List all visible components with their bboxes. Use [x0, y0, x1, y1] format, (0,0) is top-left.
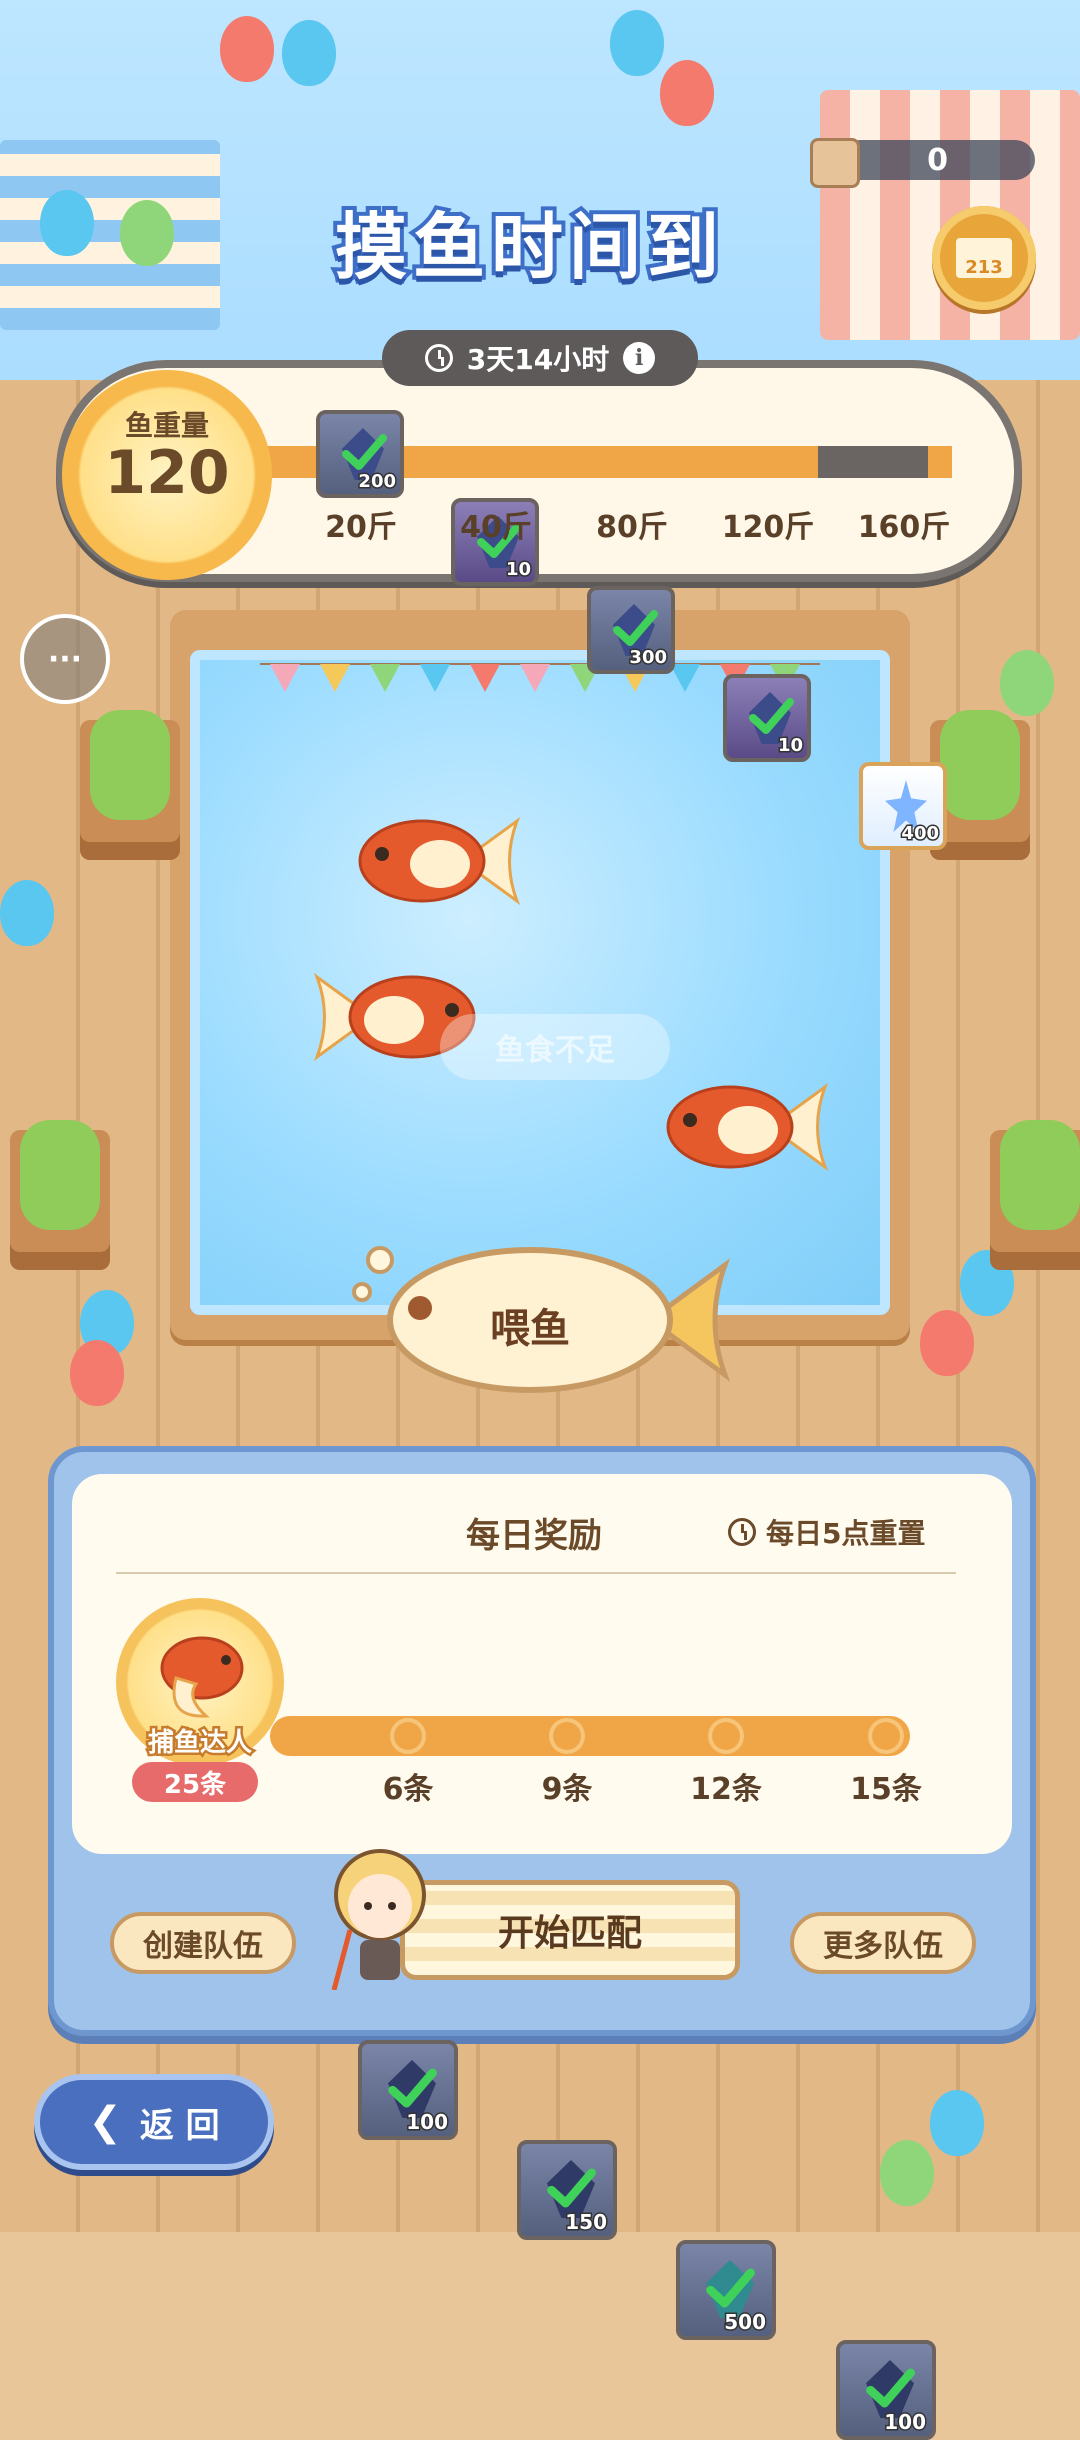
- planter-box: [990, 1120, 1080, 1270]
- awning-right: [820, 90, 1080, 340]
- balloon-icon: [880, 2140, 934, 2206]
- daily-reward-threshold: 15条: [850, 1772, 922, 1807]
- progress-node: [394, 1722, 422, 1750]
- podium-icon: 213: [956, 238, 1012, 278]
- milestone-reward-item[interactable]: 400: [859, 762, 947, 850]
- progress-node: [712, 1722, 740, 1750]
- milestone-weight-label: 40斤: [460, 510, 532, 545]
- weight-progress-remaining: [818, 446, 928, 478]
- milestone-reward-item[interactable]: 300: [587, 586, 675, 674]
- reward-quantity: 100: [883, 2409, 928, 2436]
- planter-box: [80, 710, 180, 860]
- checkmark-icon: [864, 2362, 916, 2414]
- info-icon[interactable]: i: [623, 342, 656, 374]
- back-button[interactable]: ❮ 返 回: [34, 2074, 274, 2170]
- awning-left: [0, 140, 220, 330]
- balloon-icon: [220, 16, 274, 82]
- chat-button[interactable]: ···: [20, 614, 110, 704]
- feed-fish-label: 喂鱼: [490, 1306, 570, 1352]
- milestone-weight-label: 160斤: [857, 510, 951, 545]
- back-label: 返 回: [139, 2105, 220, 2146]
- milestone-weight-label: 120斤: [721, 510, 815, 545]
- milestone-weight-label: 80斤: [596, 510, 668, 545]
- clock-icon: [424, 344, 453, 372]
- daily-reset-info: 每日5点重置: [728, 1512, 1028, 1552]
- checkmark-icon: [747, 692, 795, 740]
- balloon-icon: [40, 190, 94, 256]
- chevron-left-icon: ❮: [88, 2099, 122, 2145]
- divider: [116, 1572, 956, 1574]
- reward-quantity: 300: [628, 646, 669, 670]
- timer-text: 3天14小时: [466, 343, 610, 376]
- currency-counter: 0: [840, 140, 1035, 180]
- checkmark-icon: [545, 2162, 597, 2214]
- daily-reset-text: 每日5点重置: [766, 1517, 926, 1550]
- balloon-icon: [930, 2090, 984, 2156]
- create-team-button[interactable]: 创建队伍: [110, 1912, 296, 1974]
- daily-reward-item[interactable]: 150: [517, 2140, 617, 2240]
- daily-reward-item[interactable]: 100: [836, 2340, 936, 2440]
- balloon-icon: [0, 880, 54, 946]
- planter-box: [10, 1120, 110, 1270]
- reward-quantity: 100: [405, 2109, 450, 2136]
- goldfish-icon: [666, 1082, 829, 1172]
- balloon-icon: [120, 200, 174, 266]
- progress-node: [872, 1722, 900, 1750]
- reward-quantity: 400: [900, 822, 941, 846]
- reward-quantity: 200: [357, 470, 398, 494]
- balloon-icon: [660, 60, 714, 126]
- fish-caught-count: 25条: [132, 1762, 258, 1802]
- daily-reward-item[interactable]: 500: [676, 2240, 776, 2340]
- milestone-reward-item[interactable]: 200: [316, 410, 404, 498]
- milestone-weight-label: 20斤: [325, 510, 397, 545]
- currency-value: 0: [927, 142, 948, 178]
- chat-bubble-icon: ···: [47, 641, 83, 677]
- balloon-icon: [282, 20, 336, 86]
- daily-reward-threshold: 12条: [690, 1772, 762, 1807]
- checkmark-icon: [704, 2262, 756, 2314]
- event-title: 摸鱼时间到: [250, 170, 810, 310]
- character-avatar: [331, 1849, 426, 1990]
- reward-quantity: 10: [776, 734, 804, 758]
- progress-node: [553, 1722, 581, 1750]
- start-match-label: 开始匹配: [497, 1913, 642, 1954]
- daily-progress-track: [270, 1716, 910, 1756]
- checkmark-icon: [386, 2062, 438, 2114]
- clock-icon: [728, 1518, 756, 1546]
- leaderboard-button[interactable]: 213: [932, 206, 1036, 310]
- fish-weight-value: 120: [104, 438, 230, 508]
- insufficient-food-toast: 鱼食不足: [440, 1014, 670, 1080]
- checkmark-icon: [611, 604, 659, 652]
- checkmark-icon: [340, 428, 388, 476]
- event-title-text: 摸鱼时间到: [331, 201, 725, 293]
- balloon-icon: [920, 1310, 974, 1376]
- reward-quantity: 500: [723, 2309, 768, 2336]
- fish-food-bag-icon[interactable]: [810, 138, 860, 188]
- balloon-icon: [70, 1340, 124, 1406]
- fishing-master-label: 捕鱼达人: [145, 1726, 254, 1761]
- balloon-icon: [1000, 650, 1054, 716]
- milestone-reward-item[interactable]: 10: [723, 674, 811, 762]
- balloon-icon: [610, 10, 664, 76]
- more-teams-button[interactable]: 更多队伍: [790, 1912, 976, 1974]
- start-match-button[interactable]: 开始匹配: [400, 1880, 740, 1980]
- reward-quantity: 10: [504, 558, 532, 582]
- reward-quantity: 150: [564, 2209, 609, 2236]
- event-timer: 3天14小时 i: [382, 330, 698, 386]
- daily-reward-item[interactable]: 100: [358, 2040, 458, 2140]
- daily-reward-threshold: 6条: [382, 1772, 434, 1807]
- goldfish-icon: [358, 816, 521, 906]
- daily-reward-threshold: 9条: [541, 1772, 593, 1807]
- daily-reward-title: 每日奖励: [466, 1516, 602, 1556]
